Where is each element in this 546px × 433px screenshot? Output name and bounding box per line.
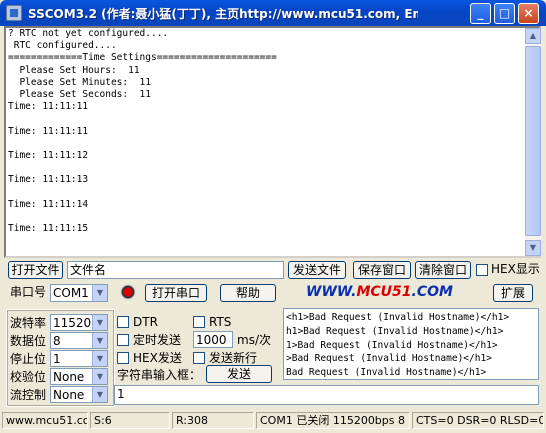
open-file-button[interactable]: 打开文件 (8, 261, 63, 279)
status-site: www.mcu51.com (2, 412, 88, 429)
flow-label: 流控制 (10, 388, 47, 402)
scroll-thumb[interactable] (525, 46, 541, 236)
send-newline-label: 发送新行 (209, 351, 258, 365)
help-button[interactable]: 帮助 (220, 284, 276, 302)
status-sent: S:6 (90, 412, 170, 429)
minimize-button[interactable]: _ (470, 3, 491, 24)
port-status-indicator-icon (120, 284, 136, 300)
hex-display-checkbox[interactable] (476, 264, 488, 276)
baud-select[interactable]: 115200 ▼ (50, 314, 108, 331)
status-lines: CTS=0 DSR=0 RLSD=0 (412, 412, 544, 429)
dtr-label: DTR (133, 315, 158, 329)
hex-send-checkbox[interactable] (117, 352, 129, 364)
timed-send-label: 定时发送 (133, 333, 182, 347)
status-bar: www.mcu51.com S:6 R:308 COM1 已关闭 115200b… (0, 410, 546, 433)
parity-select[interactable]: None ▼ (50, 368, 108, 385)
hex-send-label: HEX发送 (133, 351, 182, 365)
send-button[interactable]: 发送 (206, 365, 272, 383)
receive-text-area[interactable]: ? RTC not yet configured.... RTC configu… (4, 26, 541, 258)
dtr-checkbox[interactable] (117, 316, 129, 328)
mcu51-banner: WWW.MCU51.COM (306, 284, 470, 300)
stopbits-label: 停止位 (10, 352, 47, 366)
send-text-input[interactable]: 1 (114, 385, 539, 405)
receive-text: ? RTC not yet configured.... RTC configu… (8, 28, 277, 235)
expand-button[interactable]: 扩展 (493, 284, 533, 302)
databits-select[interactable]: 8 ▼ (50, 332, 108, 349)
filename-input[interactable]: 文件名 (67, 261, 284, 279)
clear-window-button[interactable]: 清除窗口 (415, 261, 471, 279)
banner-prefix: WWW. (306, 284, 357, 300)
chevron-down-icon[interactable]: ▼ (92, 333, 107, 348)
vertical-scrollbar[interactable]: ▲ ▼ (525, 28, 541, 256)
send-newline-checkbox[interactable] (193, 352, 205, 364)
maximize-button[interactable]: □ (494, 3, 515, 24)
port-label: 串口号 (10, 285, 47, 299)
send-file-button[interactable]: 发送文件 (288, 261, 346, 279)
interval-unit-label: ms/次 (237, 333, 271, 347)
port-value: COM1 (53, 286, 89, 300)
response-text-area[interactable]: <h1>Bad Request (Invalid Hostname)</h1> … (283, 308, 539, 380)
chevron-down-icon[interactable]: ▼ (92, 369, 107, 384)
parity-label: 校验位 (10, 370, 47, 384)
string-input-label: 字符串输入框： (117, 368, 202, 382)
flow-value: None (53, 388, 85, 402)
rts-checkbox[interactable] (193, 316, 205, 328)
rts-label: RTS (209, 315, 232, 329)
close-button[interactable]: × (518, 3, 539, 24)
timed-send-checkbox[interactable] (117, 334, 129, 346)
stopbits-value: 1 (53, 352, 61, 366)
save-window-button[interactable]: 保存窗口 (353, 261, 411, 279)
chevron-down-icon[interactable]: ▼ (92, 351, 107, 366)
scroll-up-arrow-icon[interactable]: ▲ (525, 28, 541, 44)
scroll-down-arrow-icon[interactable]: ▼ (525, 240, 541, 256)
chevron-down-icon[interactable]: ▼ (92, 285, 107, 301)
databits-label: 数据位 (10, 334, 47, 348)
interval-input[interactable]: 1000 (193, 331, 233, 348)
flow-select[interactable]: None ▼ (50, 386, 108, 403)
databits-value: 8 (53, 334, 61, 348)
app-icon (6, 5, 22, 21)
hex-display-label: HEX显示 (491, 262, 540, 276)
status-port: COM1 已关闭 115200bps 8 1 (256, 412, 410, 429)
stopbits-select[interactable]: 1 ▼ (50, 350, 108, 367)
status-received: R:308 (172, 412, 254, 429)
window-title: SSCOM3.2 (作者:聂小猛(丁丁), 主页http://www.mcu51… (28, 7, 418, 21)
banner-brand: MCU51 (356, 284, 412, 300)
title-bar: SSCOM3.2 (作者:聂小猛(丁丁), 主页http://www.mcu51… (0, 0, 546, 26)
open-port-button[interactable]: 打开串口 (145, 284, 207, 302)
baud-label: 波特率 (10, 316, 47, 330)
port-select[interactable]: COM1 ▼ (50, 284, 108, 302)
chevron-down-icon[interactable]: ▼ (92, 315, 107, 330)
banner-suffix: .COM (411, 284, 453, 300)
parity-value: None (53, 370, 85, 384)
chevron-down-icon[interactable]: ▼ (92, 387, 107, 402)
